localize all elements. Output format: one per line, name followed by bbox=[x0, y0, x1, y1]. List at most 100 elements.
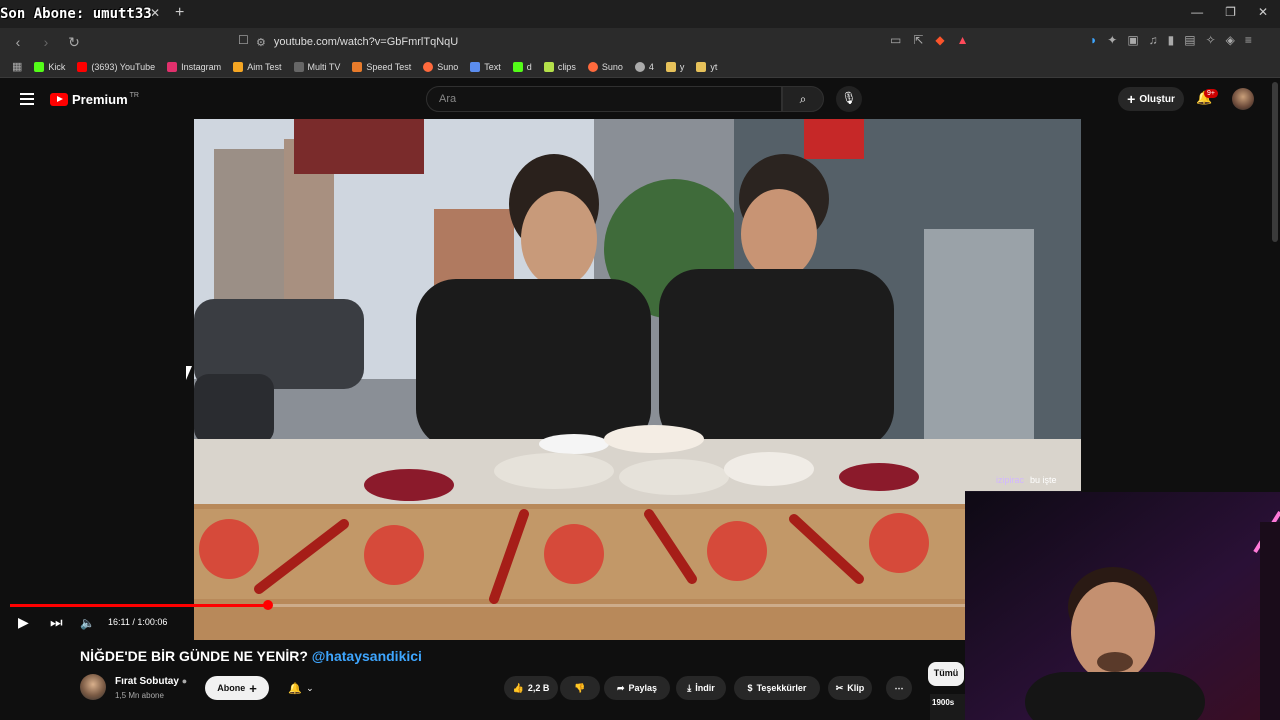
site-info-icon[interactable]: ⚙ bbox=[256, 36, 266, 49]
video-watermark: izipirac bu işte bbox=[996, 475, 1057, 485]
cast-icon[interactable]: ▭ bbox=[890, 33, 901, 47]
next-video-icon[interactable]: ⏭ bbox=[50, 614, 63, 631]
video-progress-bar[interactable] bbox=[10, 600, 965, 610]
search-input[interactable]: Ara bbox=[426, 86, 782, 112]
dislike-button[interactable]: 👎 bbox=[560, 676, 600, 700]
stream-overlay-last-subscriber: Son Abone: umutt33 bbox=[0, 6, 152, 22]
time-display: 16:11 / 1:00:06 bbox=[108, 617, 168, 627]
wallet-icon[interactable]: ▤ bbox=[1184, 33, 1195, 47]
url-bar[interactable]: ⚙ youtube.com/watch?v=GbFmrlTqNqU bbox=[256, 31, 976, 53]
chevron-down-icon: ⌄ bbox=[306, 682, 314, 693]
thanks-icon: $ bbox=[747, 683, 753, 693]
download-icon: ⤓ bbox=[687, 682, 692, 693]
forward-icon[interactable]: › bbox=[36, 34, 56, 50]
webcam-image bbox=[965, 492, 1280, 720]
mention-link[interactable]: @hataysandikici bbox=[312, 648, 422, 664]
sidebar-icon[interactable]: ▮ bbox=[1168, 33, 1175, 47]
streamer-webcam-overlay bbox=[965, 492, 1280, 720]
thumbs-down-icon: 👎 bbox=[574, 682, 586, 693]
thumbs-up-icon: 👍 bbox=[512, 682, 524, 693]
channel-actions-row: Fırat Sobutay ● 1,5 Mn abone Abone + 🔔 ⌄… bbox=[80, 674, 960, 706]
bookmark-favicon-icon bbox=[587, 61, 598, 72]
share-icon: ➦ bbox=[616, 682, 625, 693]
play-icon[interactable]: ▶ bbox=[18, 614, 29, 631]
account-avatar[interactable] bbox=[1232, 88, 1254, 110]
bookmark-item[interactable]: Aim Test bbox=[233, 61, 282, 72]
browser-menu-icon[interactable]: ≡ bbox=[1245, 33, 1252, 47]
url-actions: ▭ ⇱ ◆ ▲ bbox=[890, 33, 969, 47]
bookmark-item[interactable]: Instagram bbox=[167, 61, 221, 72]
filter-chip-all[interactable]: Tümü bbox=[928, 662, 964, 686]
bookmark-favicon-icon bbox=[512, 61, 523, 72]
bookmark-item[interactable]: 4 bbox=[634, 61, 654, 72]
mouse-cursor-icon bbox=[186, 366, 192, 380]
bookmark-item[interactable]: (3693) YouTube bbox=[77, 61, 155, 72]
download-button[interactable]: ⤓ İndir bbox=[676, 676, 726, 700]
search-icon[interactable]: ⌕ bbox=[782, 86, 824, 112]
video-player-frame[interactable] bbox=[194, 119, 1081, 640]
window-controls: — ❐ ✕ bbox=[1191, 5, 1268, 19]
related-video-thumbnail[interactable]: 1900s bbox=[930, 694, 965, 720]
bookmark-item[interactable]: Multi TV bbox=[293, 61, 340, 72]
progress-scrubber-handle[interactable] bbox=[262, 600, 273, 610]
clip-button[interactable]: ✂ Klip bbox=[828, 676, 872, 700]
thanks-button[interactable]: $ Teşekkürler bbox=[734, 676, 820, 700]
bookmark-favicon-icon bbox=[423, 61, 434, 72]
youtube-premium-logo[interactable]: Premium TR bbox=[50, 92, 139, 107]
volume-icon[interactable]: 🔈 bbox=[80, 616, 95, 630]
scissors-icon: ✂ bbox=[835, 682, 844, 693]
hamburger-menu-icon[interactable] bbox=[20, 93, 34, 105]
share-button[interactable]: ➦ Paylaş bbox=[604, 676, 670, 700]
reload-icon[interactable]: ↻ bbox=[64, 34, 84, 51]
progress-played bbox=[10, 604, 268, 607]
bell-icon: 🔔 bbox=[288, 682, 303, 695]
video-title: NİĞDE'DE BİR GÜNDE NE YENİR? @hataysandi… bbox=[80, 648, 422, 666]
bookmark-favicon-icon bbox=[634, 61, 645, 72]
extension-audio-icon[interactable]: ◗ bbox=[1090, 33, 1097, 47]
new-tab-button[interactable]: + bbox=[175, 4, 184, 22]
notification-count-badge: 9+ bbox=[1204, 89, 1218, 98]
leo-icon[interactable]: ✧ bbox=[1206, 33, 1216, 47]
back-icon[interactable]: ‹ bbox=[8, 34, 28, 50]
bookmark-favicon-icon bbox=[167, 61, 178, 72]
brave-rewards-icon[interactable]: ▲ bbox=[957, 33, 969, 47]
minimize-icon[interactable]: — bbox=[1191, 5, 1203, 19]
channel-name[interactable]: Fırat Sobutay ● bbox=[115, 676, 187, 687]
browser-tab-strip bbox=[0, 0, 1280, 28]
extension-box-icon[interactable]: ▣ bbox=[1127, 33, 1138, 47]
bookmark-star-icon[interactable]: ☐ bbox=[238, 33, 249, 47]
like-button[interactable]: 👍 2,2 B bbox=[504, 676, 558, 700]
url-text[interactable]: youtube.com/watch?v=GbFmrlTqNqU bbox=[274, 36, 458, 48]
bookmark-item[interactable]: Text bbox=[470, 61, 501, 72]
youtube-play-icon bbox=[50, 93, 68, 106]
bookmark-item[interactable]: Suno bbox=[587, 61, 623, 72]
close-window-icon[interactable]: ✕ bbox=[1258, 5, 1268, 19]
subscribe-button[interactable]: Abone + bbox=[205, 676, 269, 700]
apps-grid-icon[interactable]: ▦ bbox=[12, 60, 22, 73]
channel-avatar[interactable] bbox=[80, 674, 106, 700]
bookmark-item[interactable]: d bbox=[512, 61, 532, 72]
folder-icon bbox=[696, 61, 707, 72]
notification-settings-button[interactable]: 🔔 ⌄ bbox=[280, 676, 322, 700]
bookmark-item[interactable]: clips bbox=[543, 61, 576, 72]
brave-shield-icon[interactable]: ◆ bbox=[935, 33, 944, 47]
vpn-icon[interactable]: ◈ bbox=[1226, 33, 1235, 47]
more-actions-button[interactable]: ⋯ bbox=[886, 676, 912, 700]
bookmark-folder[interactable]: y bbox=[665, 61, 684, 72]
bookmark-favicon-icon bbox=[233, 61, 244, 72]
bookmark-item[interactable]: Speed Test bbox=[352, 61, 411, 72]
media-icon[interactable]: ♫ bbox=[1149, 33, 1158, 47]
bookmark-favicon-icon bbox=[352, 61, 363, 72]
watermark-text: bu işte bbox=[1030, 475, 1057, 485]
voice-search-icon[interactable]: 🎙 bbox=[836, 86, 862, 112]
bookmark-item[interactable]: Kick bbox=[34, 61, 65, 72]
bookmark-folder[interactable]: yt bbox=[696, 61, 717, 72]
maximize-icon[interactable]: ❐ bbox=[1225, 5, 1236, 19]
extension-icons: ◗ ✦ ▣ ♫ ▮ ▤ ✧ ◈ ≡ bbox=[1090, 33, 1252, 47]
bookmark-favicon-icon bbox=[293, 61, 304, 72]
bookmark-item[interactable]: Suno bbox=[423, 61, 458, 72]
create-button[interactable]: + Oluştur bbox=[1118, 87, 1184, 111]
share-page-icon[interactable]: ⇱ bbox=[913, 33, 923, 47]
extensions-puzzle-icon[interactable]: ✦ bbox=[1107, 33, 1117, 47]
page-scrollbar[interactable] bbox=[1272, 82, 1278, 242]
